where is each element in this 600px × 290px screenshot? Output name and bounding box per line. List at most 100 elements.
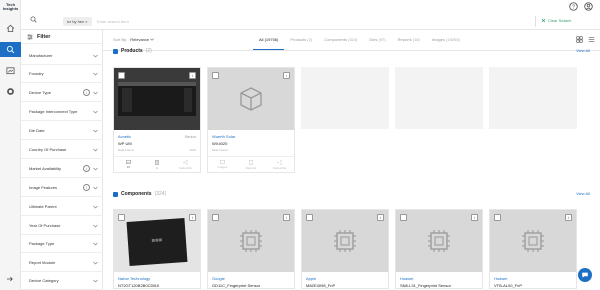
library-nav[interactable] <box>0 63 21 78</box>
home-nav[interactable] <box>0 21 21 36</box>
info-icon[interactable]: i <box>283 72 290 79</box>
search-chip[interactable]: icr by hex × <box>63 17 92 26</box>
filter-ultimate-parent[interactable]: Ultimate Parent <box>21 198 103 216</box>
filter-die-date[interactable]: Die Date <box>21 122 103 140</box>
filter-device-category[interactable]: Device Category <box>21 272 103 290</box>
filter-title: Filter <box>37 33 51 40</box>
card-manufacturer-link[interactable]: Apple <box>306 276 316 281</box>
grid-view-icon[interactable] <box>576 36 583 43</box>
empty-slot <box>395 67 483 129</box>
select-checkbox[interactable] <box>118 214 125 221</box>
search-bar: icr by hex × Clear Search ? <box>21 0 600 30</box>
components-view-all-link[interactable]: View All <box>576 191 590 196</box>
reports-action[interactable]: Reports <box>237 157 266 172</box>
tab-count: (19706) <box>264 37 279 42</box>
result-tabs: All (19706) Products (2) Components (324… <box>253 30 466 50</box>
list-view-icon[interactable] <box>588 36 595 43</box>
component-card[interactable]: i Apple M8ZE4098_FnP <box>301 209 389 289</box>
card-extra: Senior <box>184 134 196 139</box>
chevron-down-icon <box>93 205 98 209</box>
tab-label: Products <box>290 37 307 42</box>
filter-label: Device Category <box>29 278 59 283</box>
component-card[interactable]: i Huawei SN8-L31_Fingerprint Sensor <box>395 209 483 289</box>
component-card[interactable]: i Google GD11C_Fingerprint Sensor <box>207 209 295 289</box>
images-action[interactable]: 16 <box>114 157 143 172</box>
tab-components[interactable]: Components (324) <box>318 30 363 50</box>
filter-report-module[interactable]: Report Module <box>21 254 103 272</box>
info-icon[interactable]: i <box>83 165 90 172</box>
filter-header[interactable]: Filter <box>21 30 102 44</box>
info-icon[interactable]: i <box>283 214 290 221</box>
tab-count: (19265) <box>446 37 460 42</box>
info-icon[interactable]: i <box>377 214 384 221</box>
products-view-all-link[interactable]: View All <box>576 48 590 53</box>
user-icon[interactable] <box>584 2 593 11</box>
filter-label: Market Availability <box>29 166 61 171</box>
filter-package-type[interactable]: Package Type <box>21 235 103 253</box>
filter-package-interconnect-type[interactable]: Package Interconnect Type <box>21 103 103 121</box>
info-icon[interactable]: i <box>83 184 90 191</box>
help-icon[interactable]: ? <box>569 2 578 11</box>
search-input[interactable] <box>97 17 397 26</box>
tab-products[interactable]: Products (2) <box>284 30 318 50</box>
card-manufacturer-link[interactable]: Avnetix <box>118 134 131 139</box>
chip-icon <box>334 230 356 252</box>
select-checkbox[interactable] <box>212 214 219 221</box>
tab-dies[interactable]: Dies (97) <box>363 30 391 50</box>
chip-nav[interactable] <box>0 84 21 99</box>
reports-count: 1 <box>156 165 158 170</box>
card-manufacturer-link[interactable]: Wuerth Solar <box>212 134 235 139</box>
chevron-down-icon <box>93 242 98 246</box>
chevron-down-icon <box>93 167 98 171</box>
subscribe-action[interactable]: Subscribe <box>265 157 294 172</box>
chevron-down-icon <box>93 261 98 265</box>
filter-image-features[interactable]: Image Features i <box>21 179 103 197</box>
search-nav[interactable] <box>0 42 21 57</box>
report-icon <box>155 159 159 165</box>
info-icon[interactable]: i <box>471 214 478 221</box>
chat-button[interactable] <box>578 268 592 282</box>
filter-device-type[interactable]: Device Type i <box>21 84 103 102</box>
card-manufacturer-link[interactable]: Huawei <box>494 276 507 281</box>
component-image-placeholder: i <box>396 210 482 272</box>
tab-images[interactable]: Images (19265) <box>426 30 466 50</box>
filter-manufacturer[interactable]: Manufacturer <box>21 47 103 65</box>
filter-year-of-purchase[interactable]: Year Of Purchase <box>21 217 103 235</box>
sort-dropdown[interactable]: Sort By: Relevance <box>113 37 155 42</box>
info-icon[interactable]: i <box>565 214 572 221</box>
reports-action[interactable]: 1 <box>143 157 172 172</box>
select-checkbox[interactable] <box>306 214 313 221</box>
info-icon[interactable]: i <box>189 214 196 221</box>
clear-search-label: Clear Search <box>548 18 572 23</box>
section-title-label: Products <box>121 48 143 54</box>
select-checkbox[interactable] <box>212 72 219 79</box>
section-marker <box>113 191 118 197</box>
info-icon[interactable]: i <box>83 89 90 96</box>
images-action[interactable]: Images <box>208 157 237 172</box>
reports-count: Reports <box>245 165 257 170</box>
component-card[interactable]: ■■■ i Nahar Technology NT2GT120B2B0CDBJI <box>113 209 201 289</box>
info-icon[interactable]: i <box>189 72 196 79</box>
component-card[interactable]: i Huawei VTB-AL00_FnP <box>489 209 577 289</box>
clear-search-button[interactable]: Clear Search <box>541 18 571 23</box>
filter-foundry[interactable]: Foundry <box>21 65 103 83</box>
expand-sidebar-icon[interactable] <box>6 276 14 282</box>
product-card[interactable]: i Wuerth Solar WX4020 Date Found Images … <box>207 67 295 173</box>
card-manufacturer-link[interactable]: Google <box>212 276 225 281</box>
app-logo[interactable]: Tech Insights <box>1 3 20 11</box>
tab-reports[interactable]: Reports (18) <box>392 30 426 50</box>
share-icon <box>183 159 188 165</box>
select-checkbox[interactable] <box>494 214 501 221</box>
tab-all[interactable]: All (19706) <box>253 30 285 50</box>
select-checkbox[interactable] <box>400 214 407 221</box>
product-card[interactable]: i Avnetix Senior WP UM Date Found 2016 16 … <box>113 67 201 173</box>
subscribe-label: Subscribe <box>179 165 193 170</box>
filter-sidebar: Filter Manufacturer Foundry Device Type i… <box>21 30 103 290</box>
filter-country-of-purchase[interactable]: Country Of Purchase <box>21 141 103 159</box>
select-checkbox[interactable] <box>118 72 125 79</box>
chip-icon <box>428 230 450 252</box>
card-manufacturer-link[interactable]: Nahar Technology <box>118 276 150 281</box>
filter-market-availability[interactable]: Market Availability i <box>21 160 103 178</box>
card-manufacturer-link[interactable]: Huawei <box>400 276 413 281</box>
subscribe-action[interactable]: Subscribe <box>171 157 200 172</box>
